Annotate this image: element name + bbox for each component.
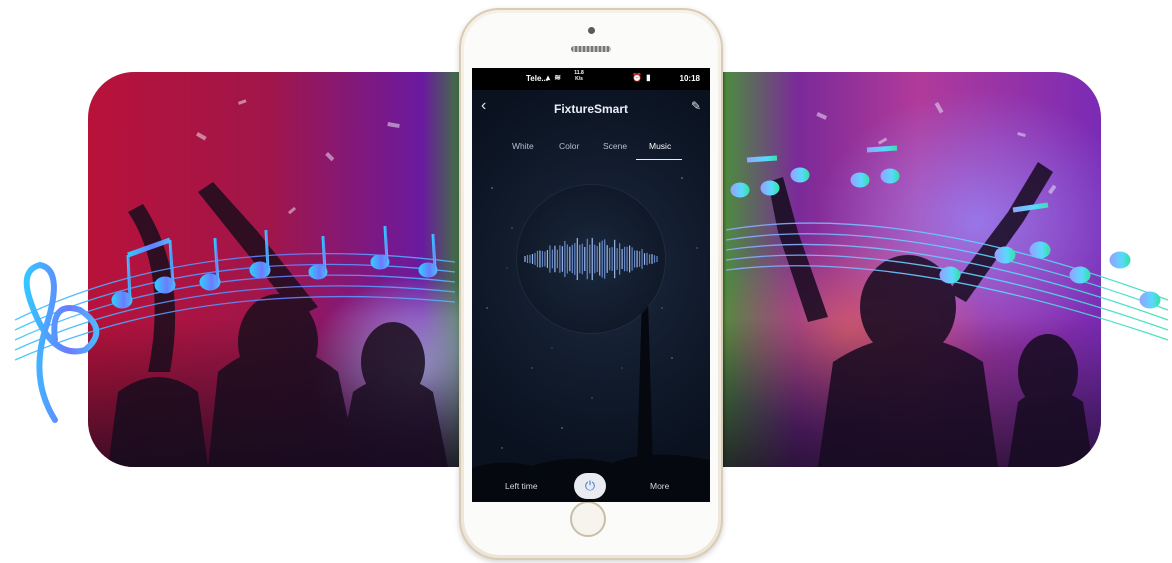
signal-wifi-icon: ▴ ≋ xyxy=(546,73,562,82)
more-button[interactable]: More xyxy=(650,481,669,491)
active-tab-indicator xyxy=(636,159,682,160)
mode-tabs: White Color Scene Music xyxy=(472,138,710,160)
bottom-controls: Left time ⏻ More xyxy=(472,470,710,502)
carrier-label: Tele... xyxy=(526,74,549,83)
front-camera xyxy=(588,27,595,34)
network-speed: 11.8 K/s xyxy=(574,70,584,82)
treble-clef-icon xyxy=(23,261,100,423)
tab-color[interactable]: Color xyxy=(559,141,579,151)
left-time-button[interactable]: Left time xyxy=(505,481,538,491)
tab-white[interactable]: White xyxy=(512,141,534,151)
page-title: FixtureSmart xyxy=(553,102,629,116)
app-bar: ‹ FixtureSmart ✎ xyxy=(472,94,710,124)
power-icon[interactable]: ⏻ xyxy=(574,473,606,499)
tab-music[interactable]: Music xyxy=(649,141,671,151)
app-screen: Tele... ▴ ≋ 11.8 K/s ⏰ ▮ 10:18 ‹ Fixture… xyxy=(472,68,710,502)
earpiece-speaker xyxy=(571,46,611,52)
sound-wave-icon xyxy=(524,237,658,281)
clock: 10:18 xyxy=(679,74,700,83)
tab-scene[interactable]: Scene xyxy=(603,141,627,151)
status-bar: Tele... ▴ ≋ 11.8 K/s ⏰ ▮ 10:18 xyxy=(472,68,710,90)
home-button[interactable] xyxy=(570,501,606,537)
pencil-icon[interactable]: ✎ xyxy=(691,99,701,113)
smartphone: Tele... ▴ ≋ 11.8 K/s ⏰ ▮ 10:18 ‹ Fixture… xyxy=(459,8,723,560)
music-visualizer xyxy=(517,185,665,333)
alarm-battery-icons: ⏰ ▮ xyxy=(632,73,652,82)
